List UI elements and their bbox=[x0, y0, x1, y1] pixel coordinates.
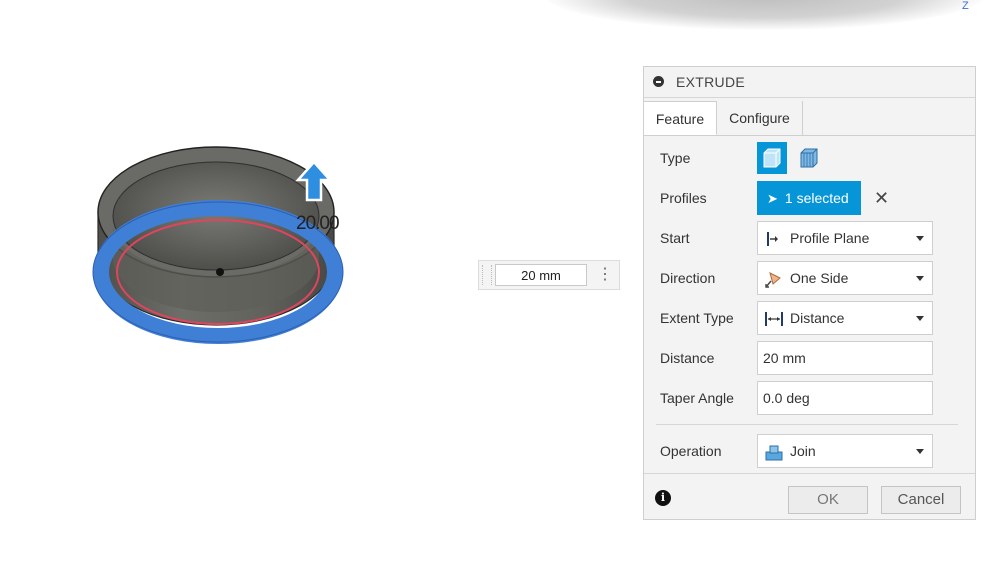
start-dropdown[interactable]: Profile Plane bbox=[757, 221, 933, 255]
extent-type-row: Extent Type Distance bbox=[644, 301, 975, 335]
dialog-header: EXTRUDE bbox=[644, 67, 975, 98]
direction-row: Direction One Side bbox=[644, 261, 975, 295]
profile-plane-icon bbox=[767, 232, 778, 246]
floating-distance-field[interactable] bbox=[495, 264, 587, 286]
distance-input[interactable] bbox=[757, 341, 933, 375]
type-row: Type bbox=[644, 141, 975, 175]
extent-type-value: Distance bbox=[790, 310, 845, 326]
operation-label: Operation bbox=[660, 443, 722, 459]
cancel-button[interactable]: Cancel bbox=[881, 486, 961, 514]
type-thin-button[interactable] bbox=[794, 142, 824, 174]
z-axis-label: Z bbox=[962, 0, 969, 12]
direction-value: One Side bbox=[790, 270, 849, 286]
profiles-label: Profiles bbox=[660, 190, 707, 206]
distance-row: Distance bbox=[644, 341, 975, 375]
extent-type-dropdown[interactable]: Distance bbox=[757, 301, 933, 335]
type-label: Type bbox=[660, 150, 691, 166]
info-icon[interactable]: i bbox=[655, 490, 671, 506]
tab-configure[interactable]: Configure bbox=[717, 101, 803, 135]
operation-dropdown[interactable]: Join bbox=[757, 434, 933, 468]
start-value: Profile Plane bbox=[790, 230, 870, 246]
solid-extrude-icon bbox=[763, 148, 781, 168]
operation-value: Join bbox=[790, 443, 816, 459]
more-options-icon[interactable]: ⋮ bbox=[597, 264, 613, 286]
chevron-down-icon bbox=[916, 449, 924, 454]
profiles-row: Profiles ➤ 1 selected ✕ bbox=[644, 181, 975, 215]
ring-model[interactable] bbox=[90, 140, 350, 350]
extrude-dialog: EXTRUDE Feature Configure Type Profiles … bbox=[643, 66, 976, 520]
clear-selection-icon[interactable]: ✕ bbox=[874, 187, 889, 209]
dimension-label: 20.00 bbox=[296, 213, 340, 234]
profiles-select-button[interactable]: ➤ 1 selected bbox=[757, 181, 861, 215]
direction-label: Direction bbox=[660, 270, 716, 286]
dialog-title: EXTRUDE bbox=[676, 74, 745, 90]
direction-dropdown[interactable]: One Side bbox=[757, 261, 933, 295]
dialog-footer: i OK Cancel bbox=[644, 473, 975, 520]
operation-row: Operation Join bbox=[644, 434, 975, 468]
chevron-down-icon bbox=[916, 316, 924, 321]
ok-button[interactable]: OK bbox=[788, 486, 868, 514]
cursor-icon: ➤ bbox=[767, 191, 778, 206]
extent-type-label: Extent Type bbox=[660, 310, 734, 326]
viewcube-shadow bbox=[545, 0, 985, 30]
taper-angle-label: Taper Angle bbox=[660, 390, 734, 406]
thin-extrude-icon bbox=[800, 148, 818, 168]
start-label: Start bbox=[660, 230, 690, 246]
chevron-down-icon bbox=[916, 276, 924, 281]
taper-angle-input[interactable] bbox=[757, 381, 933, 415]
tab-feature[interactable]: Feature bbox=[644, 101, 717, 135]
type-solid-button[interactable] bbox=[757, 142, 787, 174]
collapse-icon[interactable] bbox=[653, 76, 664, 87]
distance-icon bbox=[765, 312, 783, 326]
distance-label: Distance bbox=[660, 350, 715, 366]
taper-angle-row: Taper Angle bbox=[644, 381, 975, 415]
floating-distance-input: ⋮ bbox=[478, 260, 620, 290]
section-divider bbox=[656, 424, 958, 425]
chevron-down-icon bbox=[916, 236, 924, 241]
dialog-tabs: Feature Configure bbox=[644, 98, 975, 136]
join-icon bbox=[765, 445, 783, 461]
one-side-icon bbox=[765, 272, 781, 288]
drag-grip[interactable] bbox=[482, 265, 492, 285]
profiles-selection-count: 1 selected bbox=[784, 190, 849, 206]
start-row: Start Profile Plane bbox=[644, 221, 975, 255]
